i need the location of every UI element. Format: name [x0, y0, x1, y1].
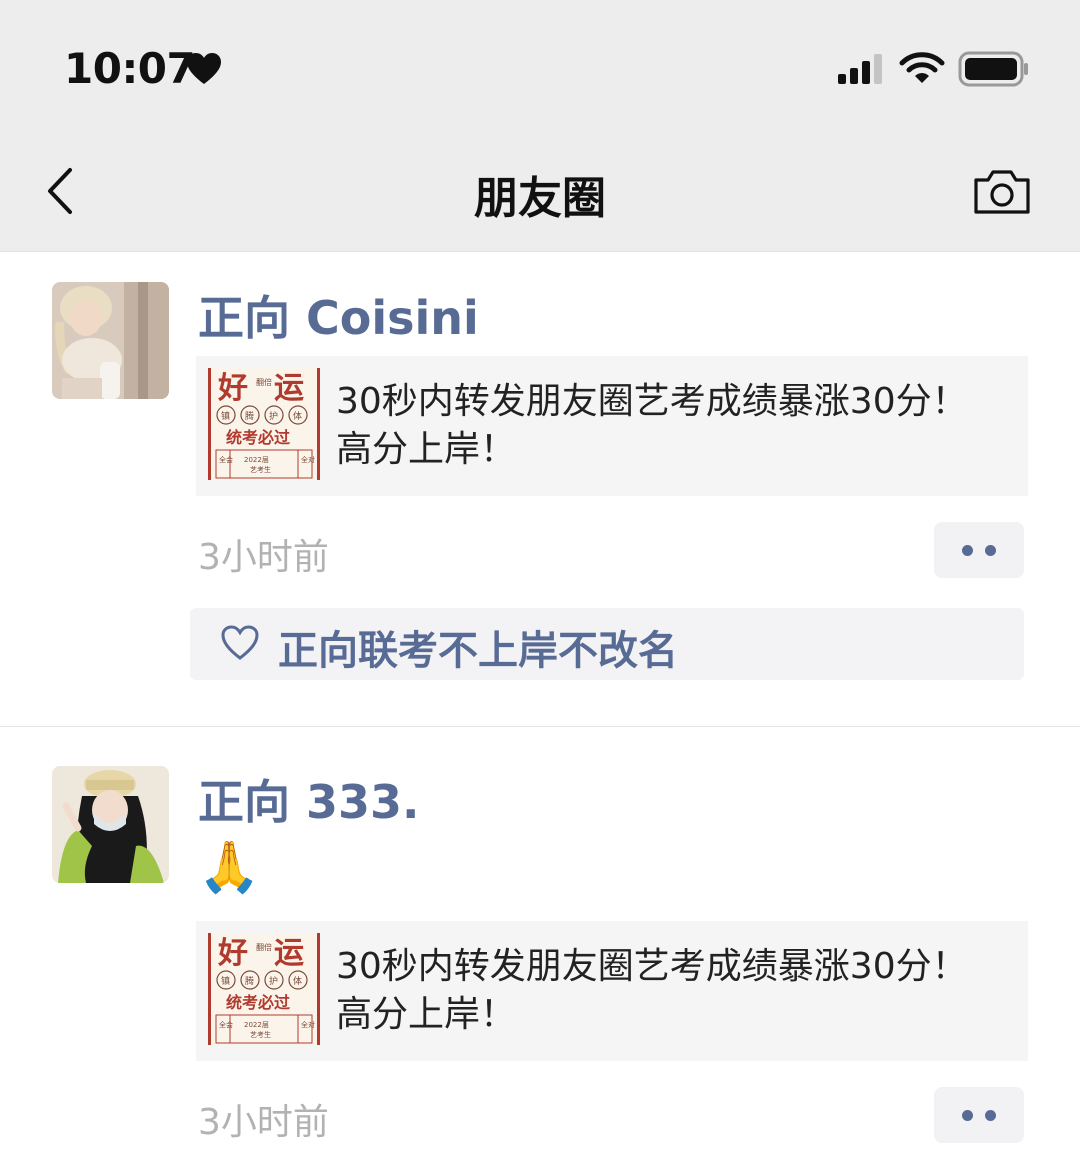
author-name[interactable]: 正向 333. — [198, 766, 420, 832]
thumb-bottom-right: 全对 — [301, 455, 315, 464]
thumb-row-2: 护 — [269, 975, 278, 987]
author-name[interactable]: 正向 Coisini — [198, 282, 479, 348]
wifi-icon — [899, 52, 945, 83]
thumb-bottom-sub: 艺考生 — [250, 1030, 271, 1039]
card-title: 30秒内转发朋友圈艺考成绩暴涨30分！高分上岸！ — [336, 946, 968, 1035]
post-time: 3小时前 — [198, 537, 329, 578]
card-title: 30秒内转发朋友圈艺考成绩暴涨30分！高分上岸！ — [336, 381, 968, 470]
navigation-bar: 10:07 朋友圈 — [0, 0, 1080, 252]
more-dot-icon — [985, 1110, 996, 1121]
thumb-main: 统考必过 — [226, 993, 290, 1012]
avatar[interactable] — [52, 766, 169, 883]
more-actions-button[interactable] — [934, 1087, 1024, 1143]
camera-icon[interactable] — [972, 168, 1032, 216]
thumb-row-2: 护 — [269, 410, 278, 422]
thumb-big2: 运 — [274, 936, 304, 971]
thumb-bottom-left: 全会 — [219, 455, 233, 464]
heart-icon — [187, 53, 221, 84]
more-dot-icon — [962, 545, 973, 556]
cellular-signal-icon — [838, 54, 882, 84]
post-text: 🙏 — [198, 838, 261, 896]
avatar[interactable] — [52, 282, 169, 399]
thumb-bottom-mid: 2022届 — [244, 1021, 269, 1029]
moment-post: 正向 Coisini 好 翻倍 运 镇 腾 护 体 统考必过 全会 2022届 … — [0, 252, 1080, 726]
thumb-side: 翻倍 — [256, 942, 272, 952]
likes-names[interactable]: 正向联考不上岸不改名 — [278, 618, 678, 676]
thumb-row-1: 腾 — [245, 410, 254, 422]
thumb-bottom-right: 全对 — [301, 1020, 315, 1029]
post-time: 3小时前 — [198, 1102, 329, 1143]
link-card[interactable]: 好 翻倍 运 镇 腾 护 体 统考必过 全会 2022届 艺考生 全对 30秒内… — [196, 921, 1028, 1061]
thumb-main: 统考必过 — [226, 428, 290, 447]
thumb-side: 翻倍 — [256, 377, 272, 387]
link-card[interactable]: 好 翻倍 运 镇 腾 护 体 统考必过 全会 2022届 艺考生 全对 30秒内… — [196, 356, 1028, 496]
status-time: 10:07 — [64, 44, 196, 93]
thumb-bottom-sub: 艺考生 — [250, 465, 271, 474]
battery-icon — [958, 51, 1028, 87]
thumb-row-1: 腾 — [245, 975, 254, 987]
page-title: 朋友圈 — [474, 173, 606, 224]
thumb-row-3: 体 — [293, 975, 302, 987]
more-dot-icon — [985, 545, 996, 556]
likes-box: 正向联考不上岸不改名 — [190, 608, 1024, 680]
thumb-row-0: 镇 — [221, 410, 230, 422]
moment-post: 正向 333. 🙏 好 翻倍 运 镇 腾 护 体 统考必过 全会 2022届 艺… — [0, 727, 1080, 1158]
thumb-big2: 运 — [274, 371, 304, 406]
thumb-big1: 好 — [217, 371, 248, 406]
card-thumbnail: 好 翻倍 运 镇 腾 护 体 统考必过 全会 2022届 艺考生 全对 — [208, 933, 320, 1045]
thumb-bottom-left: 全会 — [219, 1020, 233, 1029]
more-actions-button[interactable] — [934, 522, 1024, 578]
like-heart-icon — [221, 625, 259, 660]
thumb-row-0: 镇 — [221, 975, 230, 987]
thumb-big1: 好 — [217, 936, 248, 971]
more-dot-icon — [962, 1110, 973, 1121]
card-thumbnail: 好 翻倍 运 镇 腾 护 体 统考必过 全会 2022届 艺考生 全对 — [208, 368, 320, 480]
thumb-bottom-mid: 2022届 — [244, 456, 269, 464]
thumb-row-3: 体 — [293, 410, 302, 422]
